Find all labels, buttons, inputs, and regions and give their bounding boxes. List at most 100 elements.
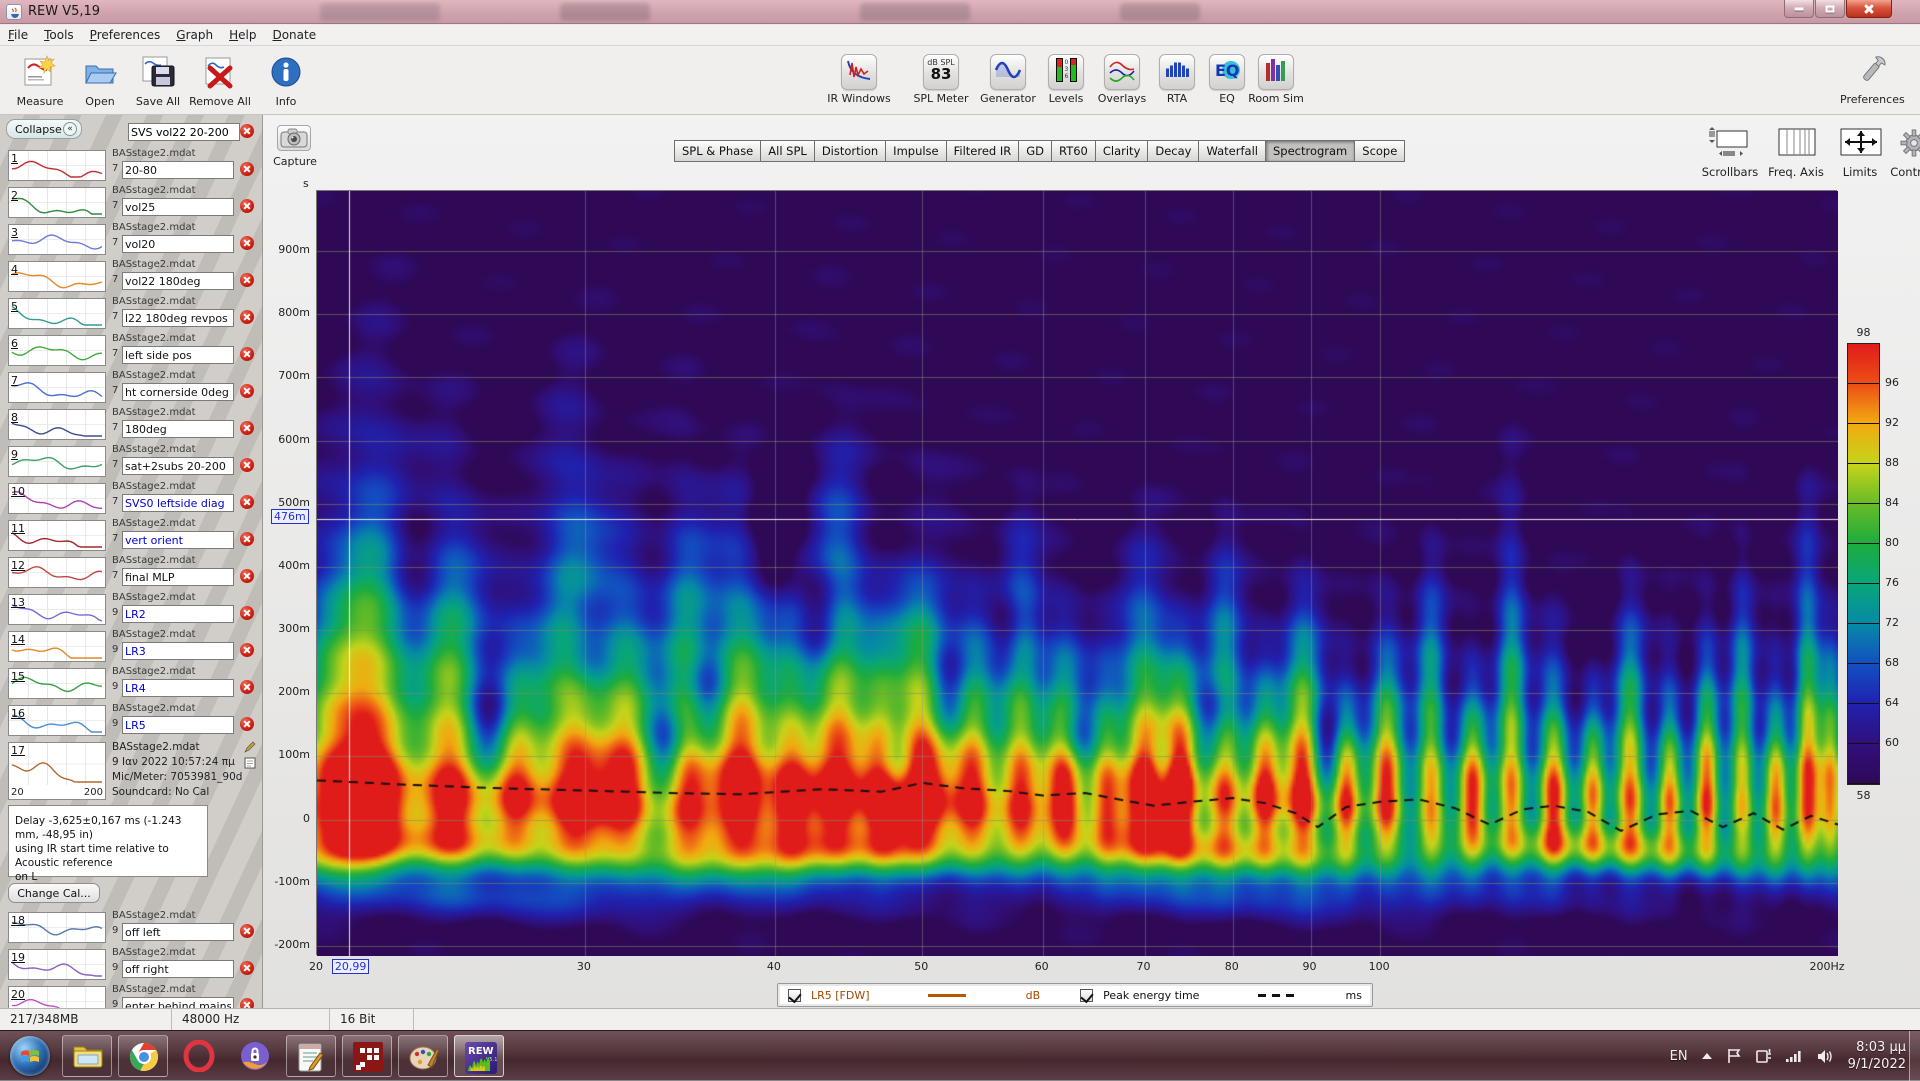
measurement-name-field[interactable] [122,997,234,1008]
generator-button[interactable]: Generator [976,54,1040,105]
delete-measurement-icon[interactable] [240,273,254,287]
tab-all-spl[interactable]: All SPL [760,140,815,162]
tab-gd[interactable]: GD [1018,140,1053,162]
measurement-name-field[interactable] [122,531,234,549]
delete-measurement-icon[interactable] [240,606,254,620]
measurement-row-8[interactable]: 8 BASstage2.mdat 7 [0,406,262,443]
measurement-thumbnail[interactable]: 20 [8,986,106,1008]
tab-impulse[interactable]: Impulse [885,140,947,162]
taskbar-icon-opera[interactable] [174,1035,224,1077]
ir-windows-button[interactable]: IR Windows [827,54,891,105]
measurement-thumbnail[interactable]: 6 [8,335,106,366]
measurement-thumbnail[interactable]: 5 [8,298,106,329]
measurement-row-12[interactable]: 12 BASstage2.mdat 7 [0,554,262,591]
menu-item-graph[interactable]: Graph [168,25,221,44]
measurement-row-9[interactable]: 9 BASstage2.mdat 7 [0,443,262,480]
measurement-thumbnail[interactable]: 10 [8,483,106,514]
measurement-name-field[interactable] [122,568,234,586]
menu-item-tools[interactable]: Tools [36,25,82,44]
measurement-thumbnail[interactable]: 16 [8,705,106,736]
taskbar-icon-browser-lock[interactable] [230,1035,280,1077]
delete-measurement-icon[interactable] [240,643,254,657]
power-plug-icon[interactable] [1755,1048,1773,1064]
action-center-flag-icon[interactable] [1726,1048,1743,1064]
levels-button[interactable]: 0 3 6 Levels [1034,54,1098,105]
measurement-thumbnail[interactable]: 9 [8,446,106,477]
measurement-row-6[interactable]: 6 BASstage2.mdat 7 [0,332,262,369]
measurement-thumbnail[interactable]: 12 [8,557,106,588]
close-button[interactable] [1846,0,1892,18]
measurement-name-field[interactable] [122,346,234,364]
room-sim-button[interactable]: Room Sim [1244,54,1308,105]
taskbar-icon-explorer[interactable] [62,1035,112,1077]
delete-measurement-icon[interactable] [240,961,254,975]
measurement-thumbnail[interactable]: 18 [8,912,106,943]
notes-icon[interactable] [244,757,256,769]
measurement-row-1[interactable]: 1 BASstage2.mdat 7 [0,147,262,184]
tab-decay[interactable]: Decay [1147,140,1200,162]
show-desktop-button[interactable] [1909,1031,1920,1081]
measurement-row-16[interactable]: 16 BASstage2.mdat 9 [0,702,262,739]
info-button[interactable]: Info [254,54,318,108]
measurement-row-10[interactable]: 10 BASstage2.mdat 7 [0,480,262,517]
tab-clarity[interactable]: Clarity [1094,140,1149,162]
save-all-button[interactable]: Save All [126,54,190,108]
measurement-thumbnail[interactable]: 1 [8,150,106,181]
measurement-thumbnail[interactable]: 17 20 200 [8,742,106,800]
tab-filtered-ir[interactable]: Filtered IR [945,140,1020,162]
measure-button[interactable]: Measure [8,54,72,108]
network-signal-icon[interactable] [1785,1049,1804,1063]
title-bar[interactable]: REW V5,19 [0,0,1920,24]
measurement-thumbnail[interactable]: 2 [8,187,106,218]
tab-spl-phase[interactable]: SPL & Phase [674,140,762,162]
hidden-icons-arrow[interactable] [1700,1051,1714,1061]
open-button[interactable]: Open [68,54,132,108]
measurement-name-field[interactable] [128,123,240,141]
delete-measurement-icon[interactable] [240,569,254,583]
scrollbars-button[interactable]: Scrollbars [1695,127,1765,179]
measurement-name-field[interactable] [122,198,234,216]
measurement-name-field[interactable] [122,494,234,512]
measurement-row-4[interactable]: 4 BASstage2.mdat 7 [0,258,262,295]
measurement-name-field[interactable] [122,960,234,978]
change-cal-button[interactable]: Change Cal... [8,883,100,903]
tab-rt60[interactable]: RT60 [1051,140,1096,162]
measurement-row-14[interactable]: 14 BASstage2.mdat 9 [0,628,262,665]
measurement-thumbnail[interactable]: 8 [8,409,106,440]
minimize-button[interactable] [1784,0,1814,18]
delete-measurement-icon[interactable] [240,236,254,250]
measurement-row-20[interactable]: 20 BASstage2.mdat 9 [0,983,262,1008]
taskbar-icon-redapp[interactable] [342,1035,392,1077]
delete-measurement-icon[interactable] [240,495,254,509]
measurement-row-3[interactable]: 3 BASstage2.mdat 7 [0,221,262,258]
delete-measurement-icon[interactable] [240,924,254,938]
measurement-name-field[interactable] [122,161,234,179]
measurement-row-11[interactable]: 11 BASstage2.mdat 7 [0,517,262,554]
delete-measurement-icon[interactable] [240,310,254,324]
delete-measurement-icon[interactable] [240,384,254,398]
remove-all-button[interactable]: Remove All [188,54,252,108]
delete-measurement-icon[interactable] [240,680,254,694]
measurement-row-18[interactable]: 18 BASstage2.mdat 9 [0,909,262,946]
measurement-name-field[interactable] [122,457,234,475]
delete-measurement-icon[interactable] [240,717,254,731]
measurement-thumbnail[interactable]: 4 [8,261,106,292]
measurement-thumbnail[interactable]: 3 [8,224,106,255]
measurement-name-field[interactable] [122,605,234,623]
spectrogram-plot[interactable] [316,190,1838,956]
clock[interactable]: 8:03 μμ 9/1/2022 [1848,1039,1906,1073]
menu-item-file[interactable]: File [0,25,36,44]
preferences-button[interactable]: Preferences [1840,54,1905,106]
tab-waterfall[interactable]: Waterfall [1198,140,1266,162]
delete-measurement-icon[interactable] [240,998,254,1008]
spl-meter-button[interactable]: dB SPL 83 SPL Meter [909,54,973,105]
measurement-row-15[interactable]: 15 BASstage2.mdat 9 [0,665,262,702]
delete-measurement-icon[interactable] [240,421,254,435]
measurement-thumbnail[interactable]: 7 [8,372,106,403]
measurement-name-field[interactable] [122,235,234,253]
freq-axis-button[interactable]: Freq. Axis [1761,127,1831,179]
measurement-name-field[interactable] [122,383,234,401]
speaker-icon[interactable] [1816,1049,1836,1064]
menu-item-preferences[interactable]: Preferences [82,25,169,44]
menu-item-donate[interactable]: Donate [264,25,324,44]
